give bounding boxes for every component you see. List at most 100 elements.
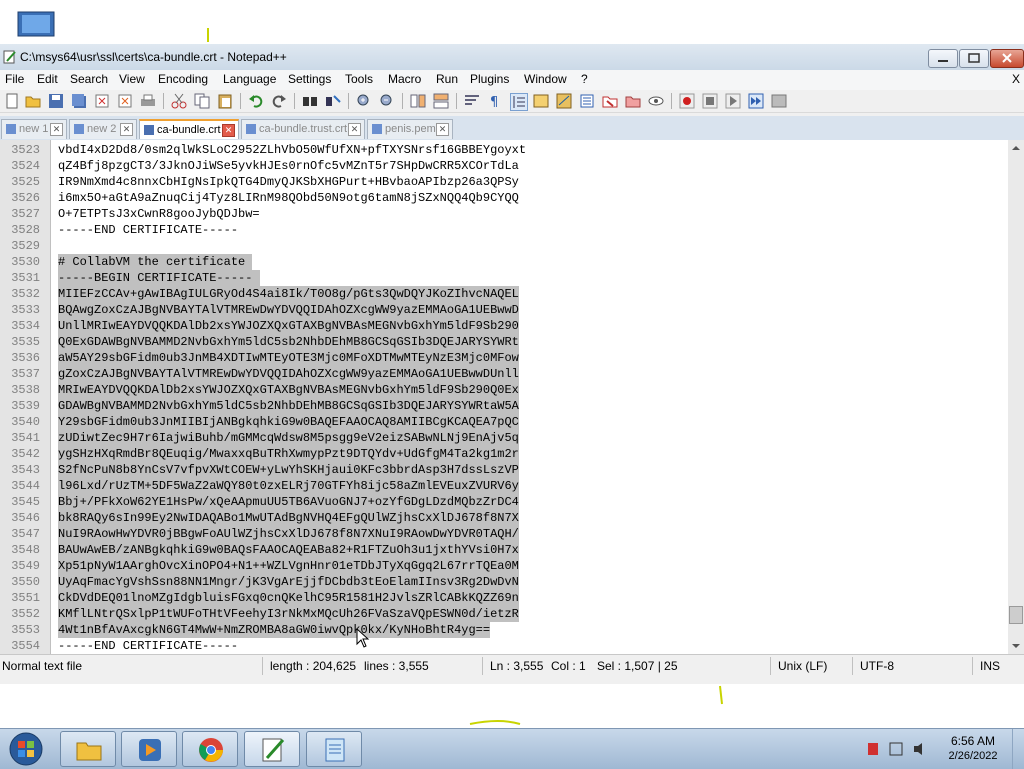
line-number: 3528 <box>11 223 40 237</box>
sync-vertical-icon[interactable] <box>410 93 426 109</box>
print-icon[interactable] <box>140 93 156 109</box>
menu-settings[interactable]: Settings <box>288 72 331 86</box>
menu-edit[interactable]: Edit <box>37 72 58 86</box>
toolbar-separator <box>240 93 241 109</box>
zoom-in-icon[interactable] <box>356 93 372 109</box>
computer-icon[interactable] <box>14 10 58 40</box>
maximize-button[interactable] <box>959 49 989 68</box>
cut-icon[interactable] <box>171 93 187 109</box>
tab-close-icon[interactable]: ✕ <box>120 123 133 136</box>
desktop-lower <box>0 684 1024 728</box>
run-macro-multiple-icon[interactable] <box>748 93 764 109</box>
status-encoding[interactable]: UTF-8 <box>860 659 894 673</box>
menu-encoding[interactable]: Encoding <box>158 72 208 86</box>
preview-icon[interactable] <box>648 93 664 109</box>
minimize-button[interactable] <box>928 49 958 68</box>
find-icon[interactable] <box>302 93 318 109</box>
line-text: IR9NmXmd4c8nnxCbHIgNsIpkQTG4DmyQJKSbXHGP… <box>58 175 519 189</box>
menu-plugins[interactable]: Plugins <box>470 72 509 86</box>
minimize-icon <box>938 60 948 62</box>
maximize-icon <box>968 53 980 63</box>
close-icon <box>1002 53 1012 63</box>
tab-close-icon[interactable]: ✕ <box>348 123 361 136</box>
scroll-up-icon[interactable] <box>1008 140 1024 156</box>
clock-time[interactable]: 6:56 AM <box>938 734 1008 748</box>
document-map-icon[interactable] <box>556 93 572 109</box>
close-all-icon[interactable] <box>117 93 133 109</box>
close-file-icon[interactable] <box>94 93 110 109</box>
start-button-icon[interactable] <box>4 730 48 768</box>
menu-file[interactable]: File <box>5 72 24 86</box>
line-text: Xp51pNyW1AArghOvcXinOPO4+N1++WZLVgnHnr01… <box>58 558 519 574</box>
close-button[interactable] <box>990 49 1024 68</box>
zoom-out-icon[interactable] <box>379 93 395 109</box>
undo-icon[interactable] <box>248 93 264 109</box>
line-text: S2fNcPuN8b8YnCsV7vfpvXWtCOEW+yLwYhSKHjau… <box>58 462 519 478</box>
system-tray-icons[interactable] <box>866 741 936 757</box>
new-file-icon[interactable] <box>4 93 20 109</box>
paste-icon[interactable] <box>217 93 233 109</box>
tab-label: penis.pem <box>385 123 436 135</box>
monitoring-icon[interactable] <box>625 93 641 109</box>
folder-as-workspace-icon[interactable] <box>602 93 618 109</box>
save-macro-icon[interactable] <box>771 93 787 109</box>
sync-horizontal-icon[interactable] <box>433 93 449 109</box>
menu-search[interactable]: Search <box>70 72 108 86</box>
record-macro-icon[interactable] <box>679 93 695 109</box>
scroll-down-icon[interactable] <box>1008 638 1024 654</box>
copy-icon[interactable] <box>194 93 210 109</box>
function-list-icon[interactable] <box>579 93 595 109</box>
title-bar[interactable]: C:\msys64\usr\ssl\certs\ca-bundle.crt - … <box>0 44 1024 71</box>
taskbar-chrome[interactable] <box>182 731 238 767</box>
toolbar-separator <box>163 93 164 109</box>
save-all-icon[interactable] <box>71 93 87 109</box>
taskbar-notepad[interactable] <box>306 731 362 767</box>
status-insert-mode[interactable]: INS <box>980 659 1000 673</box>
save-icon[interactable] <box>48 93 64 109</box>
menu-window[interactable]: Window <box>524 72 567 86</box>
tab-penis-pem[interactable]: penis.pem ✕ <box>367 119 453 139</box>
status-eol[interactable]: Unix (LF) <box>778 659 827 673</box>
open-file-icon[interactable] <box>25 93 41 109</box>
tab-ca-bundle-trust-crt[interactable]: ca-bundle.trust.crt ✕ <box>241 119 365 139</box>
tab-ca-bundle-crt[interactable]: ca-bundle.crt ✕ <box>139 119 239 139</box>
document-tabs: new 1 ✕ new 2 ✕ ca-bundle.crt ✕ ca-bundl… <box>0 116 1024 141</box>
scrollbar-thumb[interactable] <box>1009 606 1023 624</box>
tab-label: ca-bundle.trust.crt <box>259 123 348 135</box>
text-editor[interactable]: 3523 vbdI4xD2Dd8/0sm2qlWkSLoC2952ZLhVbO50… <box>0 140 1008 654</box>
menu-language[interactable]: Language <box>223 72 276 86</box>
taskbar-windows-explorer[interactable] <box>60 731 116 767</box>
window-title: C:\msys64\usr\ssl\certs\ca-bundle.crt - … <box>20 50 287 64</box>
replace-icon[interactable] <box>325 93 341 109</box>
tab-close-icon[interactable]: ✕ <box>50 123 63 136</box>
indent-guide-icon[interactable] <box>510 93 528 111</box>
show-desktop-button[interactable] <box>1012 729 1024 769</box>
menu-help[interactable]: ? <box>581 72 588 86</box>
play-macro-icon[interactable] <box>725 93 741 109</box>
media-player-icon <box>139 739 161 761</box>
tab-label: new 2 <box>87 123 117 135</box>
menu-run[interactable]: Run <box>436 72 458 86</box>
stop-macro-icon[interactable] <box>702 93 718 109</box>
vertical-scrollbar[interactable] <box>1008 140 1024 654</box>
tab-new-2[interactable]: new 2 ✕ <box>69 119 137 139</box>
tab-close-icon[interactable]: ✕ <box>222 124 235 137</box>
menu-tools[interactable]: Tools <box>345 72 373 86</box>
taskbar-notepad-plus-plus[interactable] <box>244 731 300 767</box>
line-text: l96Lxd/rUzTM+5DF5WaZ2aWQY80t0zxELRj70GTF… <box>58 478 519 494</box>
tab-new-1[interactable]: new 1 ✕ <box>1 119 67 139</box>
redo-icon[interactable] <box>271 93 287 109</box>
menu-view[interactable]: View <box>119 72 145 86</box>
user-language-icon[interactable] <box>533 93 549 109</box>
close-document-button[interactable]: X <box>1012 72 1020 86</box>
line-number: 3549 <box>11 559 40 573</box>
clock-date[interactable]: 2/26/2022 <box>938 750 1008 762</box>
show-all-chars-icon[interactable]: ¶ <box>487 93 503 109</box>
taskbar-media-player[interactable] <box>121 731 177 767</box>
tab-close-icon[interactable]: ✕ <box>436 123 449 136</box>
line-text: -----BEGIN CERTIFICATE----- <box>58 270 260 286</box>
menu-macro[interactable]: Macro <box>388 72 421 86</box>
word-wrap-icon[interactable] <box>464 93 480 109</box>
line-text: Y29sbGFidm0ub3JnMIIBIjANBgkqhkiG9w0BAQEF… <box>58 414 519 430</box>
ink-scribble <box>207 28 209 42</box>
